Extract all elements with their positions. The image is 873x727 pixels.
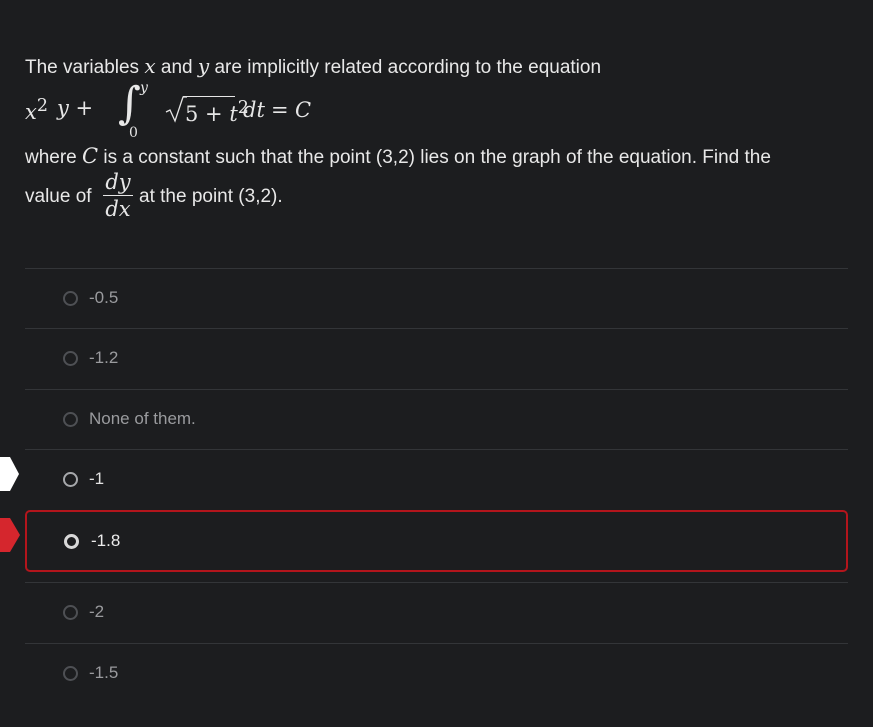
integral-sign: ∫ xyxy=(118,78,141,129)
incorrect-answer-marker-icon xyxy=(0,518,20,552)
radio-button[interactable] xyxy=(63,291,78,306)
answer-option-label: -1.5 xyxy=(89,663,119,682)
math-variable-c: C xyxy=(82,144,99,168)
equation-dt: dt xyxy=(243,98,265,122)
question-text-segment: are implicitly related according to the … xyxy=(209,57,602,78)
radio-button[interactable] xyxy=(63,472,78,487)
answer-option[interactable]: -2 xyxy=(25,582,848,642)
equation-term-y-plus: y + xyxy=(57,96,94,120)
question-text-segment: value of xyxy=(25,186,92,207)
radicand: 5 + t2 xyxy=(185,98,249,126)
sqrt-bar xyxy=(183,96,235,97)
equation-term-x: x2 xyxy=(25,96,48,124)
equation-equals: = xyxy=(271,98,289,122)
answer-option-hovered[interactable]: -1 xyxy=(25,449,848,509)
radicand-constant: 5 + xyxy=(185,102,223,126)
radio-button[interactable] xyxy=(63,605,78,620)
radio-button-selected[interactable] xyxy=(64,534,79,549)
answer-option[interactable]: -1.5 xyxy=(25,643,848,703)
radio-button[interactable] xyxy=(63,412,78,427)
fraction-numerator: dy xyxy=(105,170,131,194)
derivative-fraction: dy dx xyxy=(103,170,133,221)
answer-option-label: None of them. xyxy=(89,409,196,428)
sqrt-symbol xyxy=(165,96,187,123)
question-line-1: The variables x and y are implicitly rel… xyxy=(25,54,601,79)
radicand-t: t xyxy=(229,102,238,126)
answer-option-label: -0.5 xyxy=(89,288,119,307)
fraction-bar xyxy=(103,195,133,196)
current-option-marker-icon xyxy=(0,457,19,491)
answer-option[interactable]: -0.5 xyxy=(25,268,848,328)
answer-option[interactable]: None of them. xyxy=(25,389,848,449)
answer-option-selected[interactable]: -1.8 xyxy=(25,510,848,572)
fraction-denominator: dx xyxy=(105,197,131,221)
radio-button[interactable] xyxy=(63,351,78,366)
question-text-segment: and xyxy=(155,57,198,78)
question-line-3: where C is a constant such that the poin… xyxy=(25,144,771,169)
question-text-segment: where xyxy=(25,147,83,168)
question-text-segment: The variables xyxy=(25,57,145,78)
answer-option-label: -1.8 xyxy=(91,531,121,550)
question-line-4: value of dy dx at the point (3,2). xyxy=(25,170,425,226)
integral-lower-limit: 0 xyxy=(129,125,138,141)
integral-upper-limit: y xyxy=(140,80,148,96)
equation-x-exponent: 2 xyxy=(36,96,48,116)
question-text-segment: is a constant such that the point (3,2) … xyxy=(98,147,771,168)
math-variable-y: y xyxy=(197,54,210,78)
answer-option-label: -2 xyxy=(89,602,105,621)
radio-button[interactable] xyxy=(63,666,78,681)
answer-option-label: -1.2 xyxy=(89,348,119,367)
question-text-segment: at the point (3,2). xyxy=(139,186,283,207)
answer-option[interactable]: -1.2 xyxy=(25,328,848,388)
math-variable-x: x xyxy=(144,54,156,78)
answer-option-label: -1 xyxy=(89,469,105,488)
equation-constant-c: C xyxy=(295,98,312,122)
equation-x: x xyxy=(25,100,37,124)
